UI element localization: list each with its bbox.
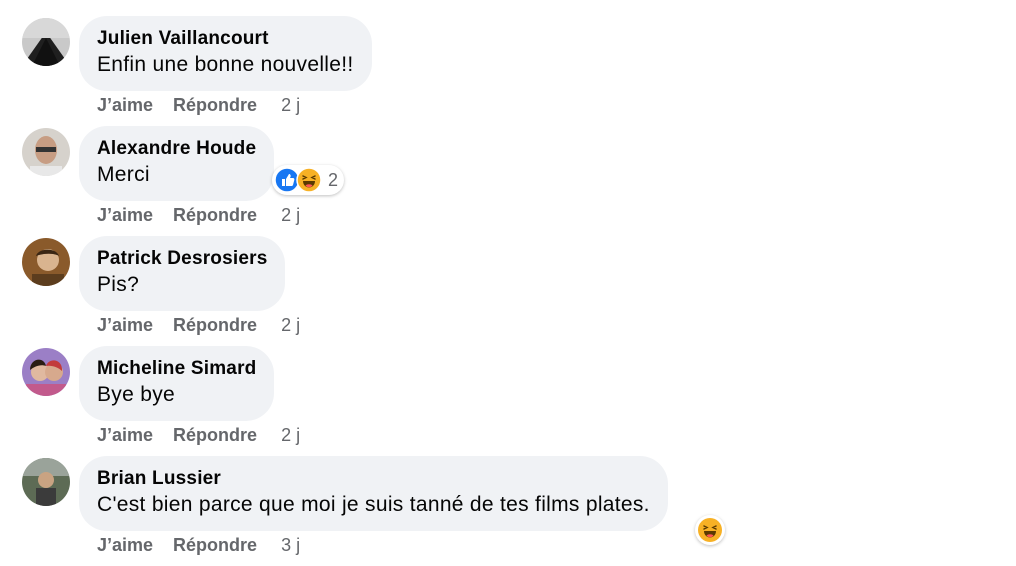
- comment-item: Alexandre Houde Merci 2 J’aime Répondre 2 …: [0, 126, 1016, 236]
- comment-item: Brian Lussier C'est bien parce que moi j…: [0, 456, 1016, 566]
- like-button[interactable]: J’aime: [97, 425, 153, 445]
- reactions-summary[interactable]: [695, 515, 725, 545]
- comment-item: Julien Vaillancourt Enfin une bonne nouv…: [0, 16, 1016, 126]
- author-name[interactable]: Brian Lussier: [97, 467, 650, 491]
- avatar[interactable]: [22, 238, 70, 286]
- like-button[interactable]: J’aime: [97, 315, 153, 335]
- reply-button[interactable]: Répondre: [173, 95, 257, 115]
- haha-icon: [698, 518, 722, 542]
- comment-actions: J’aime Répondre 2 j: [97, 314, 300, 336]
- like-button[interactable]: J’aime: [97, 95, 153, 115]
- avatar[interactable]: [22, 348, 70, 396]
- comment-bubble: Micheline Simard Bye bye: [79, 346, 275, 421]
- comment-actions: J’aime Répondre 2 j: [97, 94, 300, 116]
- comment-item: Micheline Simard Bye bye J’aime Répondre 2…: [0, 346, 1016, 456]
- reaction-count: 2: [328, 169, 339, 190]
- author-name[interactable]: Julien Vaillancourt: [97, 27, 354, 51]
- comment-text: Enfin une bonne nouvelle!!: [97, 53, 354, 76]
- comment-actions: J’aime Répondre 2 j: [97, 204, 300, 226]
- avatar[interactable]: [22, 18, 70, 66]
- comment-item: Patrick Desrosiers Pis? J’aime Répondre 2 …: [0, 236, 1016, 346]
- timestamp[interactable]: 2 j: [281, 315, 300, 335]
- like-button[interactable]: J’aime: [97, 205, 153, 225]
- comment-actions: J’aime Répondre 3 j: [97, 534, 300, 556]
- timestamp[interactable]: 2 j: [281, 205, 300, 225]
- comment-text: C'est bien parce que moi je suis tanné d…: [97, 493, 650, 516]
- timestamp[interactable]: 2 j: [281, 425, 300, 445]
- reply-button[interactable]: Répondre: [173, 315, 257, 335]
- comment-bubble: Alexandre Houde Merci: [79, 126, 275, 201]
- author-name[interactable]: Patrick Desrosiers: [97, 247, 267, 271]
- reply-button[interactable]: Répondre: [173, 205, 257, 225]
- reply-button[interactable]: Répondre: [173, 535, 257, 555]
- author-name[interactable]: Alexandre Houde: [97, 137, 256, 161]
- author-name[interactable]: Micheline Simard: [97, 357, 256, 381]
- avatar[interactable]: [22, 458, 70, 506]
- reply-button[interactable]: Répondre: [173, 425, 257, 445]
- comment-text: Bye bye: [97, 383, 175, 406]
- like-button[interactable]: J’aime: [97, 535, 153, 555]
- comment-bubble: Julien Vaillancourt Enfin une bonne nouv…: [79, 16, 372, 91]
- haha-icon: [296, 167, 322, 193]
- comment-bubble: Patrick Desrosiers Pis?: [79, 236, 286, 311]
- reactions-summary[interactable]: 2: [272, 165, 345, 195]
- comment-text: Pis?: [97, 273, 140, 296]
- comment-bubble: Brian Lussier C'est bien parce que moi j…: [79, 456, 668, 531]
- comment-text: Merci: [97, 163, 150, 186]
- timestamp[interactable]: 2 j: [281, 95, 300, 115]
- timestamp[interactable]: 3 j: [281, 535, 300, 555]
- comment-actions: J’aime Répondre 2 j: [97, 424, 300, 446]
- avatar[interactable]: [22, 128, 70, 176]
